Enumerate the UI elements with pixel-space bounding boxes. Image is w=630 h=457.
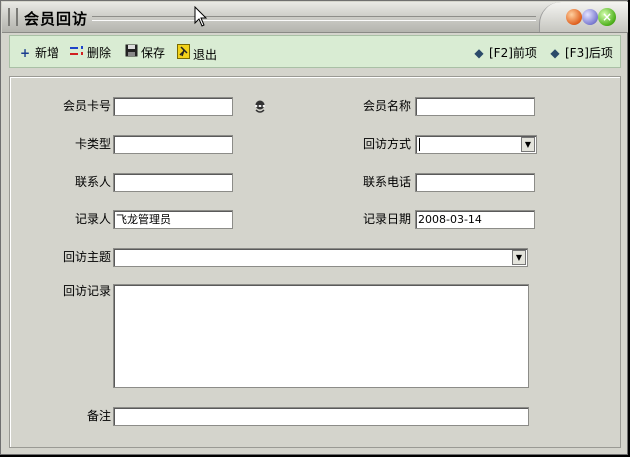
card-no-input[interactable] xyxy=(113,97,233,116)
delete-label: 删除 xyxy=(87,46,112,60)
delete-icon xyxy=(70,44,84,62)
next-button[interactable]: ◆ [F3]后项 xyxy=(548,44,613,62)
title-divider xyxy=(92,16,536,21)
save-button[interactable]: 保存 xyxy=(124,44,165,62)
maximize-icon[interactable] xyxy=(582,9,598,25)
delete-button[interactable]: 删除 xyxy=(70,44,111,62)
member-name-label: 会员名称 xyxy=(362,99,411,113)
save-label: 保存 xyxy=(141,46,166,60)
member-visit-window: 会员回访 × + 新增 删除 保存 退出 ◆ [F2]前项 ◆ [F3]后项 会… xyxy=(0,0,628,455)
visit-method-label: 回访方式 xyxy=(362,137,411,151)
title-bar[interactable]: 会员回访 × xyxy=(2,2,628,33)
prev-button[interactable]: ◆ [F2]前项 xyxy=(472,44,537,62)
grip-icon[interactable] xyxy=(8,8,18,26)
mouse-pointer-icon xyxy=(194,5,208,31)
next-label: [F3]后项 xyxy=(565,46,613,60)
contact-input[interactable] xyxy=(113,173,233,192)
record-date-label: 记录日期 xyxy=(362,212,411,226)
visit-method-select[interactable]: ▼ xyxy=(415,135,537,154)
close-icon[interactable]: × xyxy=(598,8,616,26)
text-caret xyxy=(419,138,420,151)
exit-label: 退出 xyxy=(193,48,218,62)
card-type-input[interactable] xyxy=(113,135,233,154)
chevron-down-icon[interactable]: ▼ xyxy=(512,250,526,265)
window-controls: × xyxy=(539,2,628,32)
prev-label: [F2]前项 xyxy=(489,46,537,60)
minimize-icon[interactable] xyxy=(566,9,582,25)
arrow-left-icon: ◆ xyxy=(474,46,484,60)
member-name-input[interactable] xyxy=(415,97,535,116)
floppy-icon xyxy=(124,44,138,62)
contact-label: 联系人 xyxy=(74,175,111,189)
exit-button[interactable]: 退出 xyxy=(176,44,217,62)
card-no-label: 会员卡号 xyxy=(62,99,111,113)
toolbar: + 新增 删除 保存 退出 ◆ [F2]前项 ◆ [F3]后项 xyxy=(9,35,621,68)
record-textarea[interactable] xyxy=(113,284,529,388)
recorder-input[interactable]: 飞龙管理员 xyxy=(113,210,233,229)
phone-label: 联系电话 xyxy=(362,175,411,189)
exit-icon xyxy=(176,44,190,64)
member-lookup-icon[interactable] xyxy=(252,98,268,117)
arrow-right-icon: ◆ xyxy=(550,46,560,60)
new-label: 新增 xyxy=(35,46,60,60)
remark-label: 备注 xyxy=(86,409,111,423)
recorder-label: 记录人 xyxy=(74,212,111,226)
new-button[interactable]: + 新增 xyxy=(18,44,59,62)
remark-input[interactable] xyxy=(113,407,529,426)
record-date-input[interactable]: 2008-03-14 xyxy=(415,210,535,229)
record-label: 回访记录 xyxy=(62,284,111,298)
subject-label: 回访主题 xyxy=(62,250,111,264)
phone-input[interactable] xyxy=(415,173,535,192)
plus-icon: + xyxy=(19,46,31,60)
window-title: 会员回访 xyxy=(24,10,89,28)
card-type-label: 卡类型 xyxy=(74,137,111,151)
chevron-down-icon[interactable]: ▼ xyxy=(521,137,535,152)
subject-select[interactable]: ▼ xyxy=(113,248,528,267)
